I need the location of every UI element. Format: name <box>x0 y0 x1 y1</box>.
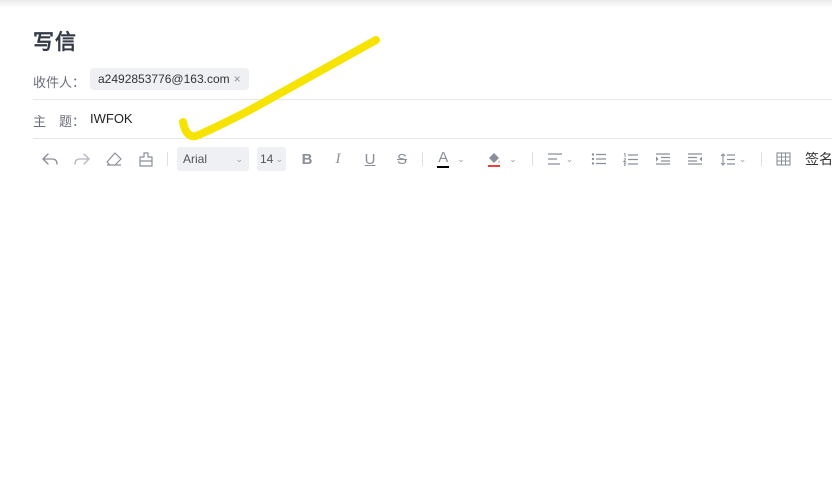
chevron-down-icon: ⌄ <box>235 153 243 164</box>
undo-icon[interactable] <box>40 146 60 172</box>
font-family-value: Arial <box>183 152 208 166</box>
bullet-list-button[interactable] <box>589 146 609 172</box>
toolbar-separator <box>532 152 533 166</box>
subject-label: 主 题： <box>33 114 86 129</box>
indent-button[interactable] <box>653 146 673 172</box>
strikethrough-button[interactable]: S <box>393 146 411 172</box>
signature-label: 签名 <box>805 151 832 167</box>
signature-button[interactable]: 签名 <box>805 146 832 172</box>
table-icon <box>775 152 791 166</box>
recipient-address: a2492853776@163.com <box>98 72 230 86</box>
top-shadow <box>0 0 832 8</box>
font-family-select[interactable]: Arial ⌄ <box>177 147 249 171</box>
insert-table-button[interactable] <box>773 146 793 172</box>
page-title: 写信 <box>33 31 77 54</box>
line-height-icon <box>720 152 735 166</box>
toolbar-separator <box>422 152 423 166</box>
bold-icon: B <box>301 150 313 168</box>
indent-icon <box>656 153 670 165</box>
line-height-dropdown[interactable]: ⌄ <box>717 146 749 172</box>
font-size-value: 14 <box>260 152 274 166</box>
numbered-list-button[interactable] <box>621 146 641 172</box>
underline-button[interactable]: U <box>361 146 379 172</box>
redo-icon[interactable] <box>72 146 92 172</box>
align-left-icon <box>547 153 562 165</box>
message-body-editor[interactable] <box>33 180 832 480</box>
italic-icon: I <box>335 150 341 167</box>
chevron-down-icon: ⌄ <box>457 153 465 164</box>
italic-button[interactable]: I <box>329 146 347 172</box>
chevron-down-icon: ⌄ <box>565 153 574 164</box>
numbered-list-icon <box>623 152 638 166</box>
highlight-color-bar <box>488 164 501 167</box>
outdent-button[interactable] <box>685 146 705 172</box>
chevron-down-icon: ⌄ <box>738 153 747 164</box>
chevron-down-icon: ⌄ <box>275 153 283 164</box>
highlight-color-button[interactable]: ⌄ <box>484 146 520 172</box>
font-color-icon: A <box>437 148 450 168</box>
font-color-bar <box>437 165 450 168</box>
recipient-divider <box>33 99 832 100</box>
recipient-label: 收件人： <box>33 75 86 90</box>
underline-icon: U <box>364 150 376 168</box>
recipient-chip[interactable]: a2492853776@163.com × <box>90 68 249 90</box>
subject-divider <box>33 138 832 139</box>
subject-input[interactable]: IWFOK <box>90 111 133 126</box>
outdent-icon <box>688 153 702 165</box>
font-color-button[interactable]: A ⌄ <box>434 146 468 172</box>
font-color-letter: A <box>438 148 449 166</box>
bullet-list-icon <box>591 153 606 165</box>
chevron-down-icon: ⌄ <box>509 153 517 164</box>
paint-bucket-icon <box>487 152 501 167</box>
toolbar-separator <box>167 152 168 166</box>
font-size-select[interactable]: 14 ⌄ <box>257 147 286 171</box>
format-painter-icon[interactable] <box>136 146 156 172</box>
editor-toolbar: Arial ⌄ 14 ⌄ B I U S A ⌄ ⌄ ⌄ ⌄ 签名 <box>40 146 832 172</box>
strikethrough-icon: S <box>396 150 407 168</box>
eraser-icon[interactable] <box>104 146 124 172</box>
toolbar-separator <box>761 152 762 166</box>
bold-button[interactable]: B <box>298 146 316 172</box>
remove-recipient-icon[interactable]: × <box>234 68 241 90</box>
align-dropdown[interactable]: ⌄ <box>544 146 576 172</box>
